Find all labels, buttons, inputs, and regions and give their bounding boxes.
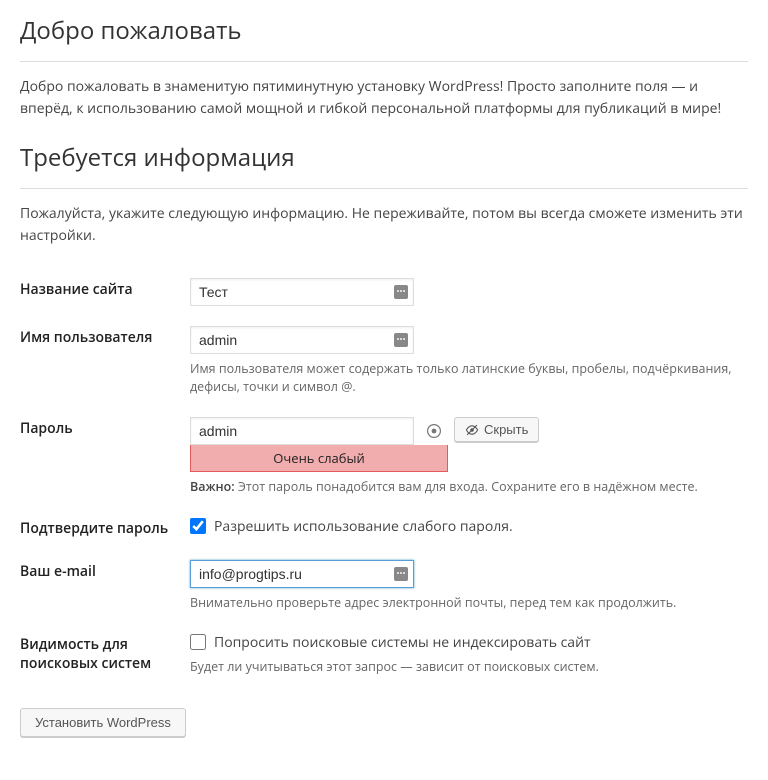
weak-password-checkbox[interactable] [190, 518, 206, 534]
confirm-password-label: Подтвердите пароль [20, 507, 190, 550]
welcome-text: Добро пожаловать в знаменитую пятиминутн… [20, 76, 748, 121]
username-hint: Имя пользователя может содержать только … [190, 360, 748, 398]
info-text: Пожалуйста, укажите следующую информацию… [20, 203, 748, 248]
noindex-label: Попросить поисковые системы не индексиро… [214, 633, 591, 652]
username-label: Имя пользователя [20, 316, 190, 408]
weak-password-label: Разрешить использование слабого пароля. [214, 517, 513, 536]
site-title-input[interactable] [190, 278, 414, 306]
password-strength: Очень слабый [190, 445, 448, 472]
eye-slash-icon [465, 423, 479, 437]
email-label: Ваш e-mail [20, 550, 190, 623]
email-hint: Внимательно проверьте адрес электронной … [190, 594, 748, 613]
noindex-checkbox[interactable] [190, 634, 206, 650]
info-heading: Требуется информация [20, 141, 748, 189]
site-title-label: Название сайта [20, 268, 190, 316]
email-input[interactable] [190, 560, 414, 588]
install-form: Название сайта ••• Имя пользователя ••• … [20, 268, 748, 687]
visibility-hint: Будет ли учитываться этот запрос — завис… [190, 658, 748, 677]
welcome-heading: Добро пожаловать [20, 14, 748, 62]
password-label: Пароль [20, 407, 190, 507]
password-hint: Важно: Этот пароль понадобится вам для в… [190, 478, 748, 497]
password-input[interactable] [190, 417, 414, 445]
username-input[interactable] [190, 326, 414, 354]
hide-button-label: Скрыть [484, 422, 528, 437]
visibility-label: Видимость для поисковых систем [20, 623, 190, 687]
hide-password-button[interactable]: Скрыть [454, 417, 539, 442]
install-wordpress-button[interactable]: Установить WordPress [20, 708, 186, 737]
generate-password-icon [426, 423, 442, 439]
